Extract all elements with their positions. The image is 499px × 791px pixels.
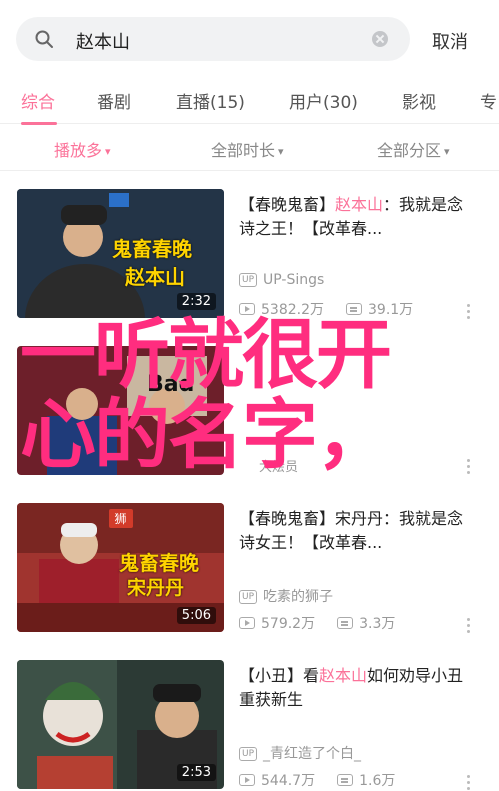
filter-zone-label: 全部分区 bbox=[377, 141, 442, 160]
title-highlight: 赵本山 bbox=[335, 195, 384, 214]
more-icon[interactable] bbox=[467, 304, 471, 320]
uploader-name: 大烩员 bbox=[259, 460, 299, 475]
chevron-down-icon: ▾ bbox=[444, 145, 450, 158]
stats-row: 579.2万 3.3万 bbox=[239, 613, 395, 633]
filter-sort[interactable]: 播放多 ▾ bbox=[54, 137, 111, 161]
view-count: 579.2万 bbox=[261, 616, 316, 632]
danmaku-count: 1.6万 bbox=[359, 773, 396, 789]
filter-duration[interactable]: 全部时长 ▾ bbox=[211, 137, 284, 161]
play-count-icon bbox=[239, 617, 255, 629]
danmaku-icon bbox=[337, 774, 354, 786]
filter-zone[interactable]: 全部分区 ▾ bbox=[377, 137, 450, 161]
title-text: 【小丑】看 bbox=[239, 666, 320, 685]
list-item[interactable]: 2:53 【小丑】看赵本山如何劝导小丑重获新生 UP _青红造了个白_ 544.7… bbox=[0, 660, 499, 791]
thumb-caption: 赵本山 bbox=[125, 265, 185, 289]
more-icon[interactable] bbox=[467, 459, 471, 475]
list-item[interactable]: Bad 大烩员 bbox=[0, 346, 499, 496]
video-duration: 2:53 bbox=[176, 764, 216, 781]
uploader-row[interactable]: UP UP-Sings bbox=[239, 272, 324, 289]
tab-bangumi[interactable]: 番剧 bbox=[97, 88, 131, 113]
title-highlight: 赵本山 bbox=[319, 666, 368, 685]
play-count-icon bbox=[239, 774, 255, 786]
stats-row: 544.7万 1.6万 bbox=[239, 770, 395, 790]
tab-live[interactable]: 直播(15) bbox=[176, 88, 245, 113]
clear-icon[interactable] bbox=[372, 31, 388, 47]
search-header: 赵本山 取消 bbox=[0, 0, 499, 80]
tab-special[interactable]: 专 bbox=[480, 88, 497, 113]
view-count: 5382.2万 bbox=[261, 302, 324, 318]
cancel-button[interactable]: 取消 bbox=[432, 28, 468, 54]
video-thumbnail[interactable]: 狮 鬼畜春晚 宋丹丹 5:06 bbox=[17, 503, 224, 632]
filter-bar: 播放多 ▾ 全部时长 ▾ 全部分区 ▾ bbox=[0, 125, 499, 171]
chevron-down-icon: ▾ bbox=[105, 145, 111, 158]
uploader-row[interactable]: UP _青红造了个白_ bbox=[239, 743, 361, 763]
tab-all[interactable]: 综合 bbox=[21, 88, 55, 113]
thumb-caption: 宋丹丹 bbox=[127, 577, 185, 599]
video-duration: 5:06 bbox=[176, 607, 216, 624]
list-item[interactable]: 鬼畜春晚 赵本山 2:32 【春晚鬼畜】赵本山：我就是念诗之王！【改革春... … bbox=[0, 189, 499, 339]
video-thumbnail[interactable]: Bad bbox=[17, 346, 224, 475]
thumb-caption: 鬼畜春晚 bbox=[112, 237, 192, 261]
danmaku-count: 39.1万 bbox=[368, 302, 414, 318]
chevron-down-icon: ▾ bbox=[278, 145, 284, 158]
view-count: 544.7万 bbox=[261, 773, 316, 789]
video-thumbnail[interactable]: 2:53 bbox=[17, 660, 224, 789]
filter-duration-label: 全部时长 bbox=[211, 141, 276, 160]
up-icon: UP bbox=[239, 590, 258, 604]
title-text: 【春晚鬼畜】 bbox=[239, 195, 336, 214]
video-title[interactable]: 【春晚鬼畜】赵本山：我就是念诗之王！【改革春... bbox=[239, 193, 479, 241]
danmaku-icon bbox=[337, 617, 354, 629]
thumb-caption: 鬼畜春晚 bbox=[119, 551, 199, 575]
uploader-name: _青红造了个白_ bbox=[263, 746, 362, 762]
search-query[interactable]: 赵本山 bbox=[76, 28, 130, 54]
thumb-caption: Bad bbox=[147, 372, 195, 397]
filter-sort-label: 播放多 bbox=[54, 141, 103, 160]
stats-row: 5382.2万 39.1万 bbox=[239, 299, 413, 319]
list-item[interactable]: 狮 鬼畜春晚 宋丹丹 5:06 【春晚鬼畜】宋丹丹：我就是念诗女王！【改革春..… bbox=[0, 503, 499, 653]
thumbnail-image bbox=[17, 346, 224, 475]
video-title[interactable]: 【小丑】看赵本山如何劝导小丑重获新生 bbox=[239, 664, 479, 712]
danmaku-count: 3.3万 bbox=[359, 616, 396, 632]
search-icon bbox=[35, 30, 53, 48]
tab-users[interactable]: 用户(30) bbox=[289, 88, 358, 113]
up-icon: UP bbox=[239, 273, 258, 287]
search-input[interactable]: 赵本山 bbox=[16, 17, 410, 61]
uploader-name: 吃素的狮子 bbox=[263, 589, 334, 605]
title-text: 【春晚鬼畜】 bbox=[239, 509, 336, 528]
tab-film[interactable]: 影视 bbox=[402, 88, 436, 113]
video-duration: 2:32 bbox=[176, 293, 216, 310]
uploader-row[interactable]: UP 吃素的狮子 bbox=[239, 586, 333, 606]
video-title[interactable]: 【春晚鬼畜】宋丹丹：我就是念诗女王！【改革春... bbox=[239, 507, 479, 555]
up-icon: UP bbox=[239, 747, 258, 761]
video-thumbnail[interactable]: 鬼畜春晚 赵本山 2:32 bbox=[17, 189, 224, 318]
category-tabs: 综合 番剧 直播(15) 用户(30) 影视 专 bbox=[0, 80, 499, 125]
play-count-icon bbox=[239, 303, 255, 315]
more-icon[interactable] bbox=[467, 618, 471, 634]
more-icon[interactable] bbox=[467, 775, 471, 791]
uploader-row[interactable]: 大烩员 bbox=[259, 456, 298, 475]
danmaku-icon bbox=[346, 303, 362, 315]
thumb-banner: 狮 bbox=[108, 509, 133, 528]
uploader-name: UP-Sings bbox=[263, 272, 325, 288]
